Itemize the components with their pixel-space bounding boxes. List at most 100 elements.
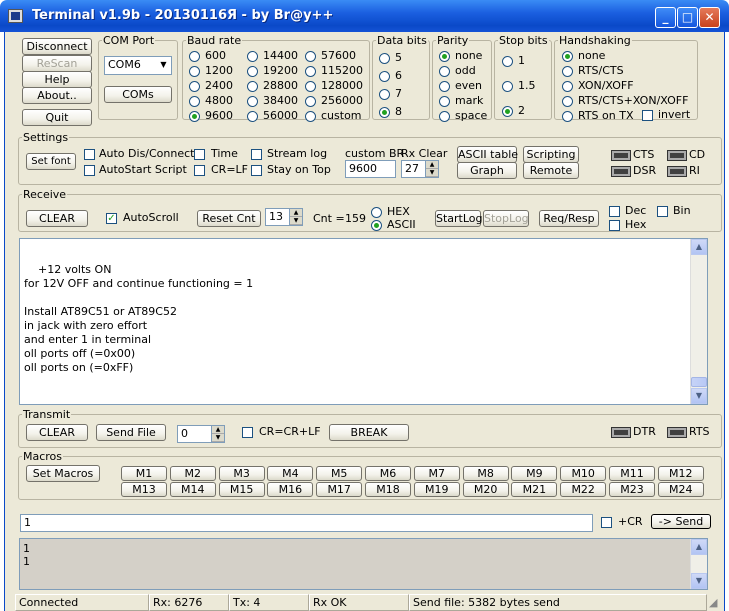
hex-radio[interactable] xyxy=(371,207,382,218)
transmit-spinner[interactable]: ▲ ▼ xyxy=(211,426,224,442)
macro-button-m2[interactable]: M2 xyxy=(169,466,216,481)
maximize-button[interactable]: □ xyxy=(677,7,698,28)
autoscroll-checkbox[interactable]: ✓ xyxy=(106,213,117,224)
macro-button-m9[interactable]: M9 xyxy=(511,466,558,481)
reset-cnt-button[interactable]: Reset Cnt xyxy=(197,210,261,227)
chevron-down-icon[interactable]: ▼ xyxy=(156,57,171,74)
baud-radio-9[interactable] xyxy=(247,111,258,122)
macro-button-m4[interactable]: M4 xyxy=(267,466,314,481)
macro-button-m6[interactable]: M6 xyxy=(365,466,411,481)
macro-button-m13[interactable]: M13 xyxy=(121,482,167,497)
spin-down-icon[interactable]: ▼ xyxy=(426,169,438,177)
parity-radio-0[interactable] xyxy=(439,51,450,62)
macro-button-m24[interactable]: M24 xyxy=(657,482,704,497)
title-bar[interactable]: Terminal v1.9b - 20130116Я - by Br@y++ _… xyxy=(0,0,729,32)
stop-bits-radio-2[interactable] xyxy=(502,106,513,117)
macro-button-m23[interactable]: M23 xyxy=(609,482,655,497)
baud-radio-12[interactable] xyxy=(305,81,316,92)
scroll-up-icon[interactable]: ▲ xyxy=(691,539,707,555)
baud-radio-3[interactable] xyxy=(189,96,200,107)
macro-button-m19[interactable]: M19 xyxy=(413,482,460,497)
remote-button[interactable]: Remote xyxy=(523,162,579,179)
stay-on-top-checkbox[interactable] xyxy=(251,165,262,176)
data-bits-radio-2[interactable] xyxy=(379,89,390,100)
baud-radio-14[interactable] xyxy=(305,111,316,122)
data-bits-radio-1[interactable] xyxy=(379,71,390,82)
rescan-button[interactable]: ReScan xyxy=(22,55,92,72)
handshaking-radio-0[interactable] xyxy=(562,51,573,62)
set-macros-button[interactable]: Set Macros xyxy=(26,465,100,482)
stop-bits-radio-1[interactable] xyxy=(502,81,513,92)
hex-checkbox[interactable] xyxy=(609,220,620,231)
minimize-button[interactable]: _ xyxy=(655,7,676,28)
data-bits-radio-3[interactable] xyxy=(379,107,390,118)
com-port-select[interactable]: COM6 ▼ xyxy=(104,56,172,75)
transmit-log-area[interactable]: 1 1 ▲ ▼ xyxy=(19,538,708,590)
break-button[interactable]: BREAK xyxy=(329,424,409,441)
baud-radio-1[interactable] xyxy=(189,66,200,77)
graph-button[interactable]: Graph xyxy=(457,162,517,179)
about-button[interactable]: About.. xyxy=(22,87,92,104)
resize-grip-icon[interactable]: ◢ xyxy=(709,596,723,610)
cnt-select[interactable]: 13 ▲ ▼ xyxy=(265,208,303,226)
startlog-button[interactable]: StartLog xyxy=(435,210,483,227)
bin-checkbox[interactable] xyxy=(657,206,668,217)
scroll-down-icon[interactable]: ▼ xyxy=(691,388,707,404)
stream-log-checkbox[interactable] xyxy=(251,149,262,160)
close-button[interactable]: ✕ xyxy=(699,7,720,28)
autostart-script-checkbox[interactable] xyxy=(84,165,95,176)
auto-disconnect-checkbox[interactable] xyxy=(84,149,95,160)
spin-up-icon[interactable]: ▲ xyxy=(212,426,224,434)
baud-radio-8[interactable] xyxy=(247,96,258,107)
receive-text-area[interactable]: +12 volts ON for 12V OFF and continue fu… xyxy=(19,238,708,405)
handshaking-radio-2[interactable] xyxy=(562,81,573,92)
macro-button-m10[interactable]: M10 xyxy=(560,466,607,481)
quit-button[interactable]: Quit xyxy=(22,109,92,126)
macro-button-m1[interactable]: M1 xyxy=(121,466,167,481)
baud-radio-11[interactable] xyxy=(305,66,316,77)
cr-lf-checkbox[interactable] xyxy=(194,165,205,176)
dtr-led[interactable] xyxy=(611,427,631,438)
macro-button-m22[interactable]: M22 xyxy=(560,482,607,497)
macro-button-m7[interactable]: M7 xyxy=(413,466,460,481)
send-input[interactable]: 1 xyxy=(20,514,593,532)
cr-crlf-checkbox[interactable] xyxy=(242,427,253,438)
baud-radio-13[interactable] xyxy=(305,96,316,107)
transmit-counter[interactable]: 0 ▲ ▼ xyxy=(177,425,225,443)
macro-button-m18[interactable]: M18 xyxy=(365,482,411,497)
plus-cr-checkbox[interactable] xyxy=(601,517,612,528)
parity-radio-1[interactable] xyxy=(439,66,450,77)
custom-br-input[interactable]: 9600 xyxy=(345,160,396,178)
ascii-table-button[interactable]: ASCII table xyxy=(457,146,518,163)
macro-button-m5[interactable]: M5 xyxy=(316,466,363,481)
rts-led[interactable] xyxy=(667,427,687,438)
coms-button[interactable]: COMs xyxy=(104,86,172,103)
time-checkbox[interactable] xyxy=(194,149,205,160)
baud-radio-10[interactable] xyxy=(305,51,316,62)
baud-radio-0[interactable] xyxy=(189,51,200,62)
baud-radio-2[interactable] xyxy=(189,81,200,92)
parity-radio-2[interactable] xyxy=(439,81,450,92)
parity-radio-4[interactable] xyxy=(439,111,450,122)
handshaking-radio-4[interactable] xyxy=(562,111,573,122)
send-button[interactable]: -> Send xyxy=(651,514,711,529)
baud-radio-7[interactable] xyxy=(247,81,258,92)
send-file-button[interactable]: Send File xyxy=(96,424,166,441)
spin-up-icon[interactable]: ▲ xyxy=(290,209,302,217)
macro-button-m3[interactable]: M3 xyxy=(218,466,265,481)
spin-down-icon[interactable]: ▼ xyxy=(290,217,302,225)
spin-down-icon[interactable]: ▼ xyxy=(212,434,224,442)
handshaking-radio-1[interactable] xyxy=(562,66,573,77)
baud-radio-5[interactable] xyxy=(247,51,258,62)
macro-button-m12[interactable]: M12 xyxy=(657,466,704,481)
disconnect-button[interactable]: Disconnect xyxy=(22,38,92,55)
rx-clear-input[interactable]: 27 ▲ ▼ xyxy=(401,160,439,178)
scroll-down-icon[interactable]: ▼ xyxy=(691,573,707,589)
transmit-clear-button[interactable]: CLEAR xyxy=(26,424,88,441)
transmit-log-scrollbar[interactable]: ▲ ▼ xyxy=(690,539,707,589)
receive-scrollbar[interactable]: ▲ ▼ xyxy=(690,239,707,404)
macro-button-m21[interactable]: M21 xyxy=(511,482,558,497)
set-font-button[interactable]: Set font xyxy=(26,153,76,170)
stoplog-button[interactable]: StopLog xyxy=(483,210,529,227)
spin-up-icon[interactable]: ▲ xyxy=(426,161,438,169)
